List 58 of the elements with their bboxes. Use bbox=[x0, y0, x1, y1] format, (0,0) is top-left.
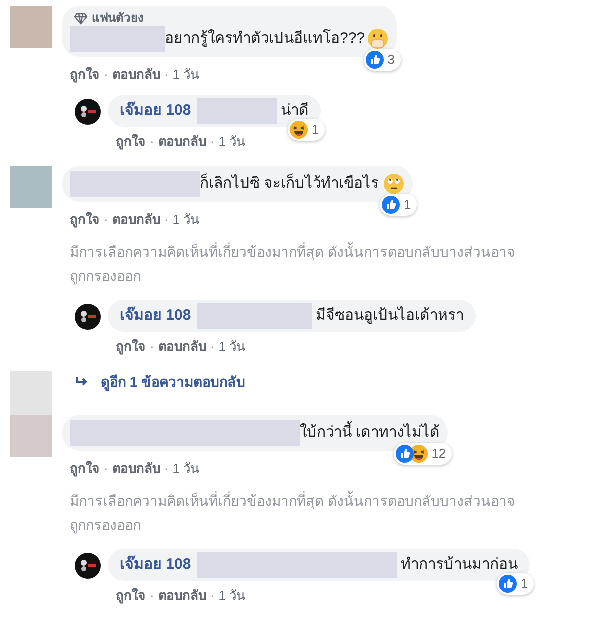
action-link[interactable]: ตอบกลับ bbox=[158, 134, 206, 150]
commenter-name[interactable]: เจ๊มอย 108 bbox=[120, 100, 192, 122]
comment-text: ใบ้กว่านี้ เดาทางไม่ได้ bbox=[300, 422, 440, 444]
reaction-number: 3 bbox=[388, 52, 396, 68]
reaction-count[interactable]: 1 bbox=[496, 573, 534, 595]
separator-dot: · bbox=[210, 134, 215, 150]
separator-dot: · bbox=[164, 461, 169, 477]
reply-text: มีจีซอนอูเป้นไอเด้าหรา bbox=[316, 306, 464, 326]
reaction-count[interactable]: 1 bbox=[380, 194, 418, 216]
reply-text: น่าดี bbox=[281, 101, 310, 121]
action-link[interactable]: ตอบกลับ bbox=[112, 67, 160, 83]
comment-text: ก็เลิกไปซิ จะเก็บไว้ทำเขือไร bbox=[200, 173, 380, 194]
action-link[interactable]: ถูกใจ bbox=[116, 588, 146, 604]
comment-text: อยากรู้ใครทำตัวเปนอีแทโอ??? bbox=[165, 28, 366, 49]
timestamp[interactable]: 1 วัน bbox=[218, 339, 246, 355]
separator-dot: · bbox=[150, 339, 154, 355]
reaction-count[interactable]: 3 bbox=[364, 49, 402, 71]
timestamp[interactable]: 1 วัน bbox=[172, 461, 200, 477]
timestamp[interactable]: 1 วัน bbox=[172, 67, 200, 83]
filter-notice: มีการเลือกความคิดเห็นที่เกี่ยวข้องมากที่สุด ดังนั้นการตอบกลับบางส่วนอาจถูกกรองออก bbox=[69, 490, 516, 536]
view-more-replies-link[interactable]: ดูอีก 1 ข้อความตอบกลับ bbox=[75, 373, 246, 391]
action-link[interactable]: ถูกใจ bbox=[70, 212, 100, 228]
avatar bbox=[75, 553, 101, 579]
commenter-name[interactable]: เจ๊มอย 108 bbox=[120, 554, 192, 576]
reply-arrow-icon bbox=[75, 376, 89, 388]
action-link[interactable]: ถูกใจ bbox=[70, 461, 100, 477]
reaction-number: 1 bbox=[404, 197, 412, 213]
avatar bbox=[75, 99, 101, 125]
action-link[interactable]: ตอบกลับ bbox=[158, 339, 206, 355]
reaction-number: 1 bbox=[312, 122, 320, 138]
avatar bbox=[75, 304, 101, 330]
reply-text: ทำการบ้านมาก่อน bbox=[401, 555, 518, 575]
separator-dot: · bbox=[104, 67, 108, 83]
action-link[interactable]: ถูกใจ bbox=[70, 67, 100, 83]
timestamp[interactable]: 1 วัน bbox=[172, 212, 200, 228]
separator-dot: · bbox=[104, 212, 108, 228]
timestamp[interactable]: 1 วัน bbox=[218, 588, 246, 604]
separator-dot: · bbox=[210, 588, 215, 604]
separator-dot: · bbox=[104, 461, 108, 477]
reaction-count[interactable]: 1 bbox=[288, 119, 326, 141]
action-link[interactable]: ตอบกลับ bbox=[112, 212, 160, 228]
action-link[interactable]: ตอบกลับ bbox=[158, 588, 206, 604]
action-link[interactable]: ถูกใจ bbox=[116, 339, 146, 355]
separator-dot: · bbox=[164, 212, 169, 228]
commenter-name[interactable]: เจ๊มอย 108 bbox=[120, 305, 192, 327]
diamond-icon bbox=[74, 12, 88, 24]
action-link[interactable]: ตอบกลับ bbox=[112, 461, 160, 477]
fan-label: แฟนตัวยง bbox=[92, 11, 144, 26]
filter-notice: มีการเลือกความคิดเห็นที่เกี่ยวข้องมากที่สุด ดังนั้นการตอบกลับบางส่วนอาจถูกกรองออก bbox=[69, 241, 516, 287]
action-link[interactable]: ถูกใจ bbox=[116, 134, 146, 150]
separator-dot: · bbox=[150, 134, 154, 150]
separator-dot: · bbox=[210, 339, 215, 355]
reaction-number: 12 bbox=[432, 446, 446, 462]
reaction-number: 1 bbox=[520, 576, 528, 592]
separator-dot: · bbox=[150, 588, 154, 604]
reaction-count[interactable]: 12 bbox=[394, 443, 452, 465]
separator-dot: · bbox=[164, 67, 169, 83]
timestamp[interactable]: 1 วัน bbox=[218, 134, 246, 150]
